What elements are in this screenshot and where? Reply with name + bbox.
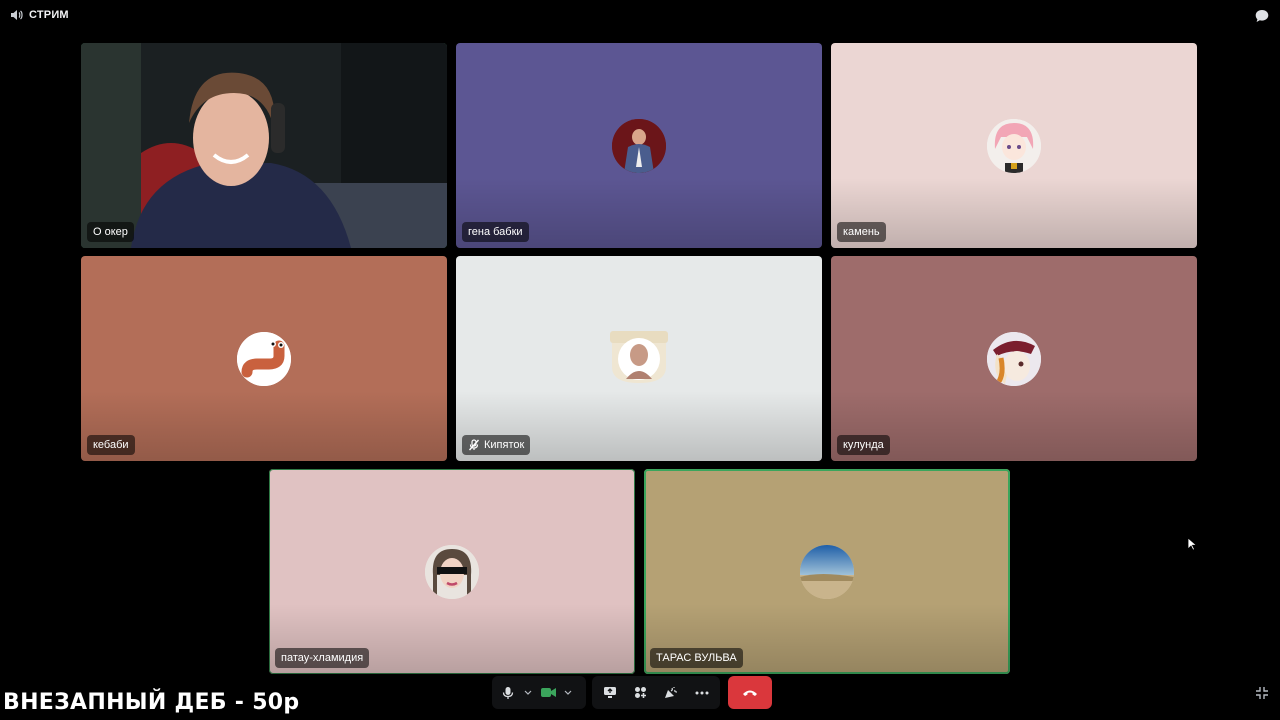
tile-shade: [831, 178, 1197, 248]
chevron-down-icon: [524, 690, 532, 695]
participant-name-tag: камень: [837, 222, 886, 242]
participant-name-tag: патау-хламидия: [275, 648, 370, 668]
avatar: [237, 331, 291, 386]
channel-name: СТРИМ: [29, 9, 69, 21]
avatar: [610, 331, 668, 383]
participant-tile[interactable]: ТАРАС ВУЛЬВА: [644, 469, 1010, 674]
activities-icon: [635, 687, 647, 698]
participant-name: кулунда: [843, 439, 884, 451]
hangup-icon: [743, 690, 757, 696]
camera-icon: [540, 688, 556, 697]
participant-name: Кипяток: [484, 439, 525, 451]
participant-name-tag: гена бабки: [462, 222, 529, 242]
participant-name-tag: кулунда: [837, 435, 890, 455]
participant-name: камень: [843, 226, 880, 238]
stream-overlay-text: ВНЕЗАПНЫЙ ДЕБ - 50р: [3, 690, 300, 715]
participant-name-tag: кебаби: [87, 435, 135, 455]
screen-share-button[interactable]: [597, 680, 623, 706]
chat-icon[interactable]: [1254, 8, 1270, 24]
mic-icon: [502, 686, 514, 699]
webcam-video: [81, 43, 447, 248]
soundboard-button[interactable]: [658, 680, 684, 706]
activities-button[interactable]: [628, 680, 654, 706]
avatar: [612, 118, 666, 173]
speaker-icon: [11, 10, 23, 20]
participant-name: патау-хламидия: [281, 652, 364, 664]
participant-tile[interactable]: гена бабки: [456, 43, 822, 248]
tile-shade: [81, 391, 447, 461]
participant-tile[interactable]: камень: [831, 43, 1197, 248]
more-button[interactable]: [689, 680, 715, 706]
participant-tile[interactable]: кулунда: [831, 256, 1197, 461]
participant-tile[interactable]: патау-хламидия: [269, 469, 635, 674]
top-bar: СТРИМ: [0, 0, 1280, 32]
mic-muted-icon: [468, 439, 480, 451]
participant-name: ТАРАС ВУЛЬВА: [656, 652, 737, 664]
soundboard-icon: [665, 686, 678, 698]
call-controls: [492, 676, 772, 709]
avatar: [987, 118, 1041, 173]
chevron-down-icon: [564, 690, 572, 695]
disconnect-button[interactable]: [728, 676, 772, 709]
actions-group: [592, 676, 720, 709]
audio-video-group: [492, 676, 586, 709]
video-tile[interactable]: О окер: [81, 43, 447, 248]
participant-name: гена бабки: [468, 226, 523, 238]
mouse-cursor-icon: [1187, 537, 1197, 551]
participant-name: кебаби: [93, 439, 129, 451]
camera-options-button[interactable]: [561, 680, 575, 706]
participant-name-tag: ТАРАС ВУЛЬВА: [650, 648, 743, 668]
exit-fullscreen-icon[interactable]: [1255, 686, 1269, 700]
participant-name-tag: О окер: [87, 222, 134, 242]
participant-tile[interactable]: Кипяток: [456, 256, 822, 461]
avatar: [425, 544, 479, 599]
avatar: [800, 544, 854, 599]
channel-header[interactable]: СТРИМ: [10, 9, 69, 21]
mic-button[interactable]: [495, 680, 521, 706]
participant-tile[interactable]: кебаби: [81, 256, 447, 461]
participant-name: О окер: [93, 226, 128, 238]
camera-button[interactable]: [535, 680, 561, 706]
mic-options-button[interactable]: [521, 680, 535, 706]
screen-share-icon: [604, 687, 617, 698]
avatar: [987, 331, 1041, 386]
more-icon: [695, 691, 709, 694]
participant-name-tag: Кипяток: [462, 435, 531, 455]
